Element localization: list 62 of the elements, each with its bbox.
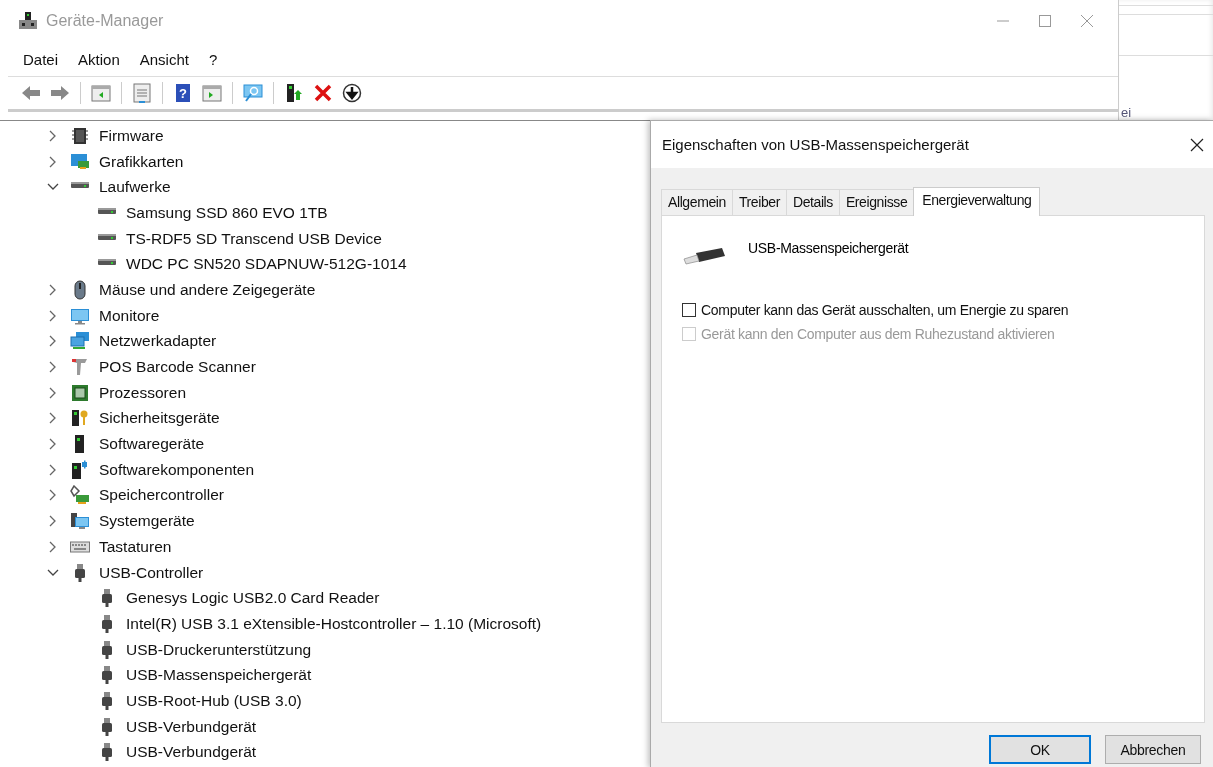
- network-icon: [70, 331, 90, 352]
- processor-icon: [70, 382, 90, 403]
- tree-item[interactable]: Monitore: [99, 305, 160, 326]
- tree-item[interactable]: USB-Controller: [99, 562, 204, 583]
- tree-item[interactable]: Genesys Logic USB2.0 Card Reader: [126, 588, 380, 609]
- tree-item[interactable]: USB-Verbundgerät: [126, 716, 257, 737]
- window-pane-icon[interactable]: [90, 82, 112, 104]
- tree-item[interactable]: Laufwerke: [99, 177, 171, 198]
- monitor-search-icon[interactable]: [242, 82, 264, 104]
- tree-item[interactable]: Firmware: [99, 125, 164, 146]
- tree-item[interactable]: Samsung SSD 860 EVO 1TB: [126, 202, 328, 223]
- tree-item[interactable]: Softwarekomponenten: [99, 459, 255, 480]
- menu-item[interactable]: Datei: [13, 50, 69, 68]
- tree-item[interactable]: USB-Verbundgerät: [126, 742, 257, 763]
- tree-item[interactable]: Grafikkarten: [99, 151, 184, 172]
- dialog-button[interactable]: Abbrechen: [1105, 735, 1201, 764]
- tree-item[interactable]: Netzwerkadapter: [99, 331, 217, 352]
- drive-icon: [70, 181, 90, 190]
- properties-sheet-icon[interactable]: [131, 82, 153, 104]
- tree-item[interactable]: Systemgeräte: [99, 511, 195, 532]
- drive-icon: [97, 258, 117, 267]
- tree-item[interactable]: Intel(R) USB 3.1 eXtensible-Hostcontroller – 1.10 (Microsoft): [126, 613, 542, 634]
- checkbox-label: Computer kann das Gerät ausschalten, um Energie zu sparen: [701, 302, 1069, 318]
- device-manager-app-icon: [18, 11, 38, 31]
- delete-x-icon[interactable]: [312, 82, 334, 104]
- dialog-button[interactable]: OK: [989, 735, 1091, 764]
- tree-item[interactable]: USB-Massenspeichergerät: [126, 665, 312, 686]
- tower-puzzle-icon: [70, 459, 90, 480]
- tree-item[interactable]: Sicherheitsgeräte: [99, 408, 220, 429]
- tree-item[interactable]: Tastaturen: [99, 536, 172, 557]
- menu-item[interactable]: ?: [198, 50, 228, 68]
- maximize-icon[interactable]: [1038, 14, 1052, 28]
- device-name: USB-Massenspeichergerät: [748, 240, 909, 256]
- tab[interactable]: Allgemein: [661, 189, 733, 215]
- tree-item[interactable]: Softwaregeräte: [99, 434, 205, 455]
- menu-item[interactable]: Aktion: [68, 50, 130, 68]
- menu-item[interactable]: Ansicht: [129, 50, 199, 68]
- tree-item[interactable]: POS Barcode Scanner: [99, 357, 256, 378]
- tree-item[interactable]: USB-Root-Hub (USB 3.0): [126, 690, 302, 711]
- tree-item[interactable]: Mäuse und andere Zeigegeräte: [99, 279, 316, 300]
- window-text-fragment: ei: [1121, 106, 1132, 120]
- close-icon[interactable]: [1189, 136, 1205, 153]
- checkbox-label: Gerät kann den Computer aus dem Ruhezustand aktivieren: [701, 326, 1055, 342]
- dialog-title: Eigenschaften von USB-Massenspeichergerät: [662, 136, 970, 153]
- usb-plug-icon: [682, 247, 726, 267]
- tree-item[interactable]: USB-Druckerunterstützung: [126, 639, 312, 660]
- chip-icon: [70, 125, 90, 146]
- system-folder-icon: [70, 511, 90, 532]
- window-title: Geräte-Manager: [46, 12, 165, 30]
- scanner-icon: [70, 357, 90, 378]
- tree-item[interactable]: Prozessoren: [99, 382, 186, 403]
- checkbox[interactable]: [682, 303, 696, 317]
- tree-item[interactable]: WDC PC SN520 SDAPNUW-512G-1014: [126, 254, 407, 275]
- tree-item[interactable]: Speichercontroller: [99, 485, 224, 506]
- key-tower-icon: [70, 408, 90, 429]
- drive-icon: [97, 232, 117, 241]
- storage-controller-icon: [70, 485, 90, 506]
- tree-item[interactable]: TS-RDF5 SD Transcend USB Device: [126, 228, 382, 249]
- window-play-icon[interactable]: [201, 82, 223, 104]
- drive-icon: [97, 206, 117, 215]
- tab[interactable]: Energieverwaltung: [913, 187, 1041, 216]
- monitor-card-icon: [70, 151, 90, 172]
